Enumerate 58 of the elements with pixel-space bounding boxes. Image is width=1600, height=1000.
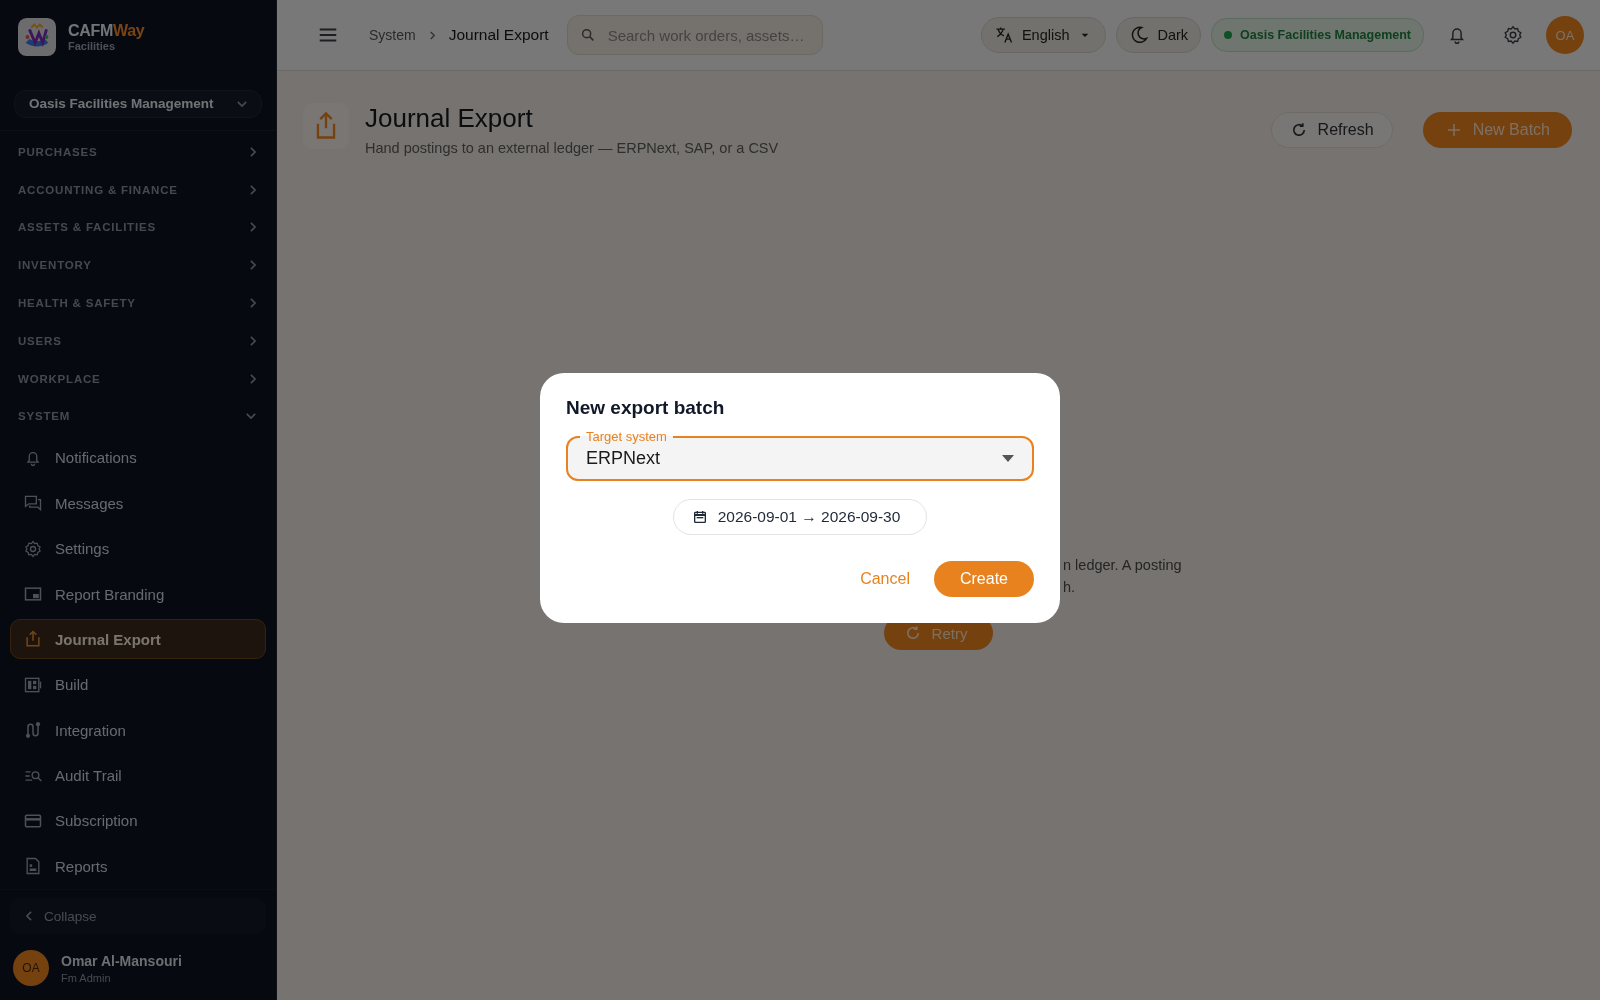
sidebar-section[interactable]: WORKPLACE	[0, 359, 276, 398]
search-icon	[579, 27, 596, 43]
breadcrumb-current: Journal Export	[448, 26, 549, 44]
brand-subtitle: Facilities	[68, 40, 117, 52]
chevron-right-icon	[250, 260, 256, 271]
organization-selector[interactable]: Oasis Facilities Management	[14, 90, 262, 118]
sidebar-section[interactable]: ASSETS & FACILITIES	[0, 208, 276, 247]
dialog-title: New export batch	[566, 397, 726, 419]
sidebar-item[interactable]: Report Branding	[10, 574, 266, 615]
chevron-right-icon	[250, 146, 256, 157]
organization-status: Oasis Facilities Management	[1211, 18, 1424, 52]
sidebar-section[interactable]: ACCOUNTING & FINANCE	[0, 170, 276, 209]
moon-icon	[1129, 25, 1150, 45]
chevron-right-icon	[250, 335, 256, 346]
user-avatar: OA	[13, 950, 49, 986]
sidebar-section[interactable]: PURCHASES	[0, 132, 276, 171]
refresh-button[interactable]: Refresh	[1270, 111, 1393, 148]
brand-name: CAFMWay	[68, 22, 145, 40]
chevron-down-icon	[246, 413, 256, 420]
breadcrumb-link[interactable]: System	[369, 27, 416, 43]
theme-toggle[interactable]: Dark	[1116, 17, 1202, 53]
sidebar-item[interactable]: Subscription	[10, 800, 266, 841]
target-system-select[interactable]: Target system ERPNext	[566, 429, 1034, 481]
chevron-right-icon	[250, 373, 256, 384]
user-name: Omar Al-Mansouri	[61, 952, 182, 969]
sidebar-item[interactable]: Settings	[10, 528, 266, 569]
chevron-right-icon	[250, 222, 256, 233]
language-selector[interactable]: English	[980, 17, 1107, 53]
cancel-button[interactable]: Cancel	[852, 561, 918, 597]
route-icon	[23, 720, 43, 741]
sidebar-section[interactable]: USERS	[0, 321, 276, 360]
sidebar-item[interactable]: Notifications	[10, 437, 266, 478]
logo-icon	[18, 18, 56, 56]
chevron-down-icon	[237, 100, 247, 107]
sidebar-item[interactable]: Build	[10, 664, 266, 705]
settings-icon[interactable]	[1502, 24, 1524, 46]
sidebar-item[interactable]: Journal Export	[10, 619, 266, 660]
chat-icon	[23, 493, 43, 514]
sidebar-item[interactable]: Audit Trail	[10, 755, 266, 796]
gear-icon	[23, 538, 43, 559]
calendar-icon	[691, 509, 708, 525]
page-title: Journal Export	[365, 103, 534, 134]
empty-state-text: n ledger. A posting	[1063, 556, 1182, 574]
empty-state-text: h.	[1063, 578, 1077, 596]
sidebar-item[interactable]: Integration	[10, 710, 266, 751]
sidebar-item[interactable]: Reports	[10, 846, 266, 887]
create-button[interactable]: Create	[933, 561, 1034, 597]
sidebar-section[interactable]: SYSTEM	[0, 397, 276, 436]
caret-icon	[1002, 454, 1014, 462]
chevron-left-icon	[26, 911, 32, 921]
chevron-right-icon	[429, 30, 435, 40]
sidebar-section[interactable]: INVENTORY	[0, 246, 276, 285]
page-subtitle: Hand postings to an external ledger — ERPNext, SAP, or a CSV	[365, 140, 779, 156]
sidebar-item[interactable]: Messages	[10, 483, 266, 524]
chevron-right-icon	[250, 184, 256, 195]
chevron-right-icon	[250, 297, 256, 308]
sidebar-section[interactable]: HEALTH & SAFETY	[0, 284, 276, 322]
user-role: Fm Admin	[61, 971, 112, 984]
